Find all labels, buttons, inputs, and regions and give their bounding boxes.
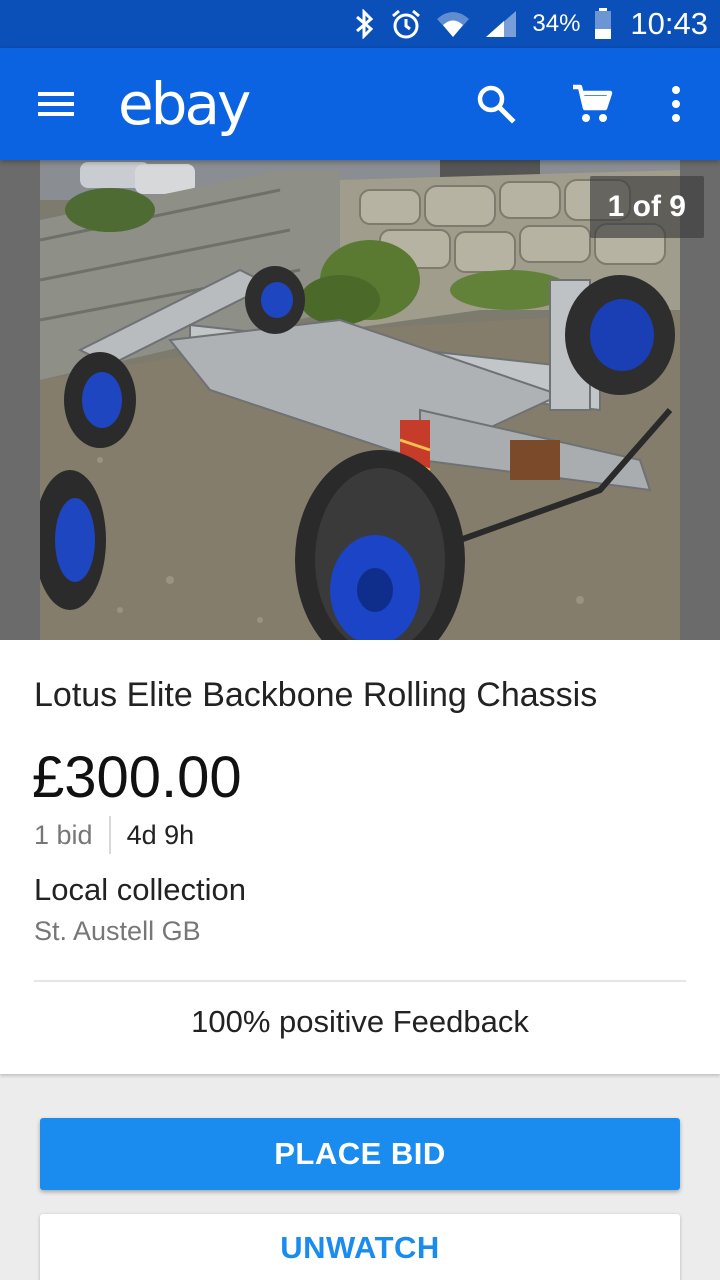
item-title: Lotus Elite Backbone Rolling Chassis [34, 676, 598, 714]
search-icon[interactable] [474, 82, 518, 126]
menu-icon[interactable] [36, 86, 76, 122]
place-bid-button[interactable]: PLACE BID [40, 1118, 680, 1190]
item-photo[interactable] [40, 160, 680, 640]
alarm-icon [392, 9, 421, 39]
signal-icon [486, 11, 517, 37]
bid-count[interactable]: 1 bid [34, 820, 93, 851]
bluetooth-icon [356, 9, 374, 39]
unwatch-button[interactable]: UNWATCH [40, 1214, 680, 1280]
divider [34, 980, 686, 982]
more-vert-icon[interactable] [660, 82, 692, 126]
app-bar: ebay [0, 48, 720, 160]
battery-percent: 34% [532, 10, 581, 37]
battery-icon [595, 8, 612, 39]
image-gallery[interactable]: 1 of 9 [0, 160, 720, 640]
image-counter: 1 of 9 [589, 176, 704, 238]
seller-feedback[interactable]: 100% positive Feedback [0, 1004, 720, 1040]
time-left: 4d 9h [126, 819, 195, 850]
cart-icon[interactable] [570, 82, 614, 126]
status-bar: 34% 10:43 [0, 0, 720, 48]
clock: 10:43 [630, 6, 708, 41]
wifi-icon [437, 12, 470, 37]
item-price: £300.00 [32, 745, 242, 810]
ebay-logo[interactable]: ebay [118, 70, 251, 138]
bid-meta: 1 bid 4d 9h [34, 816, 194, 854]
item-info-card: Lotus Elite Backbone Rolling Chassis £30… [0, 640, 720, 1074]
meta-divider [108, 816, 111, 854]
item-location: St. Austell GB [34, 916, 201, 946]
delivery-option: Local collection [34, 872, 246, 907]
